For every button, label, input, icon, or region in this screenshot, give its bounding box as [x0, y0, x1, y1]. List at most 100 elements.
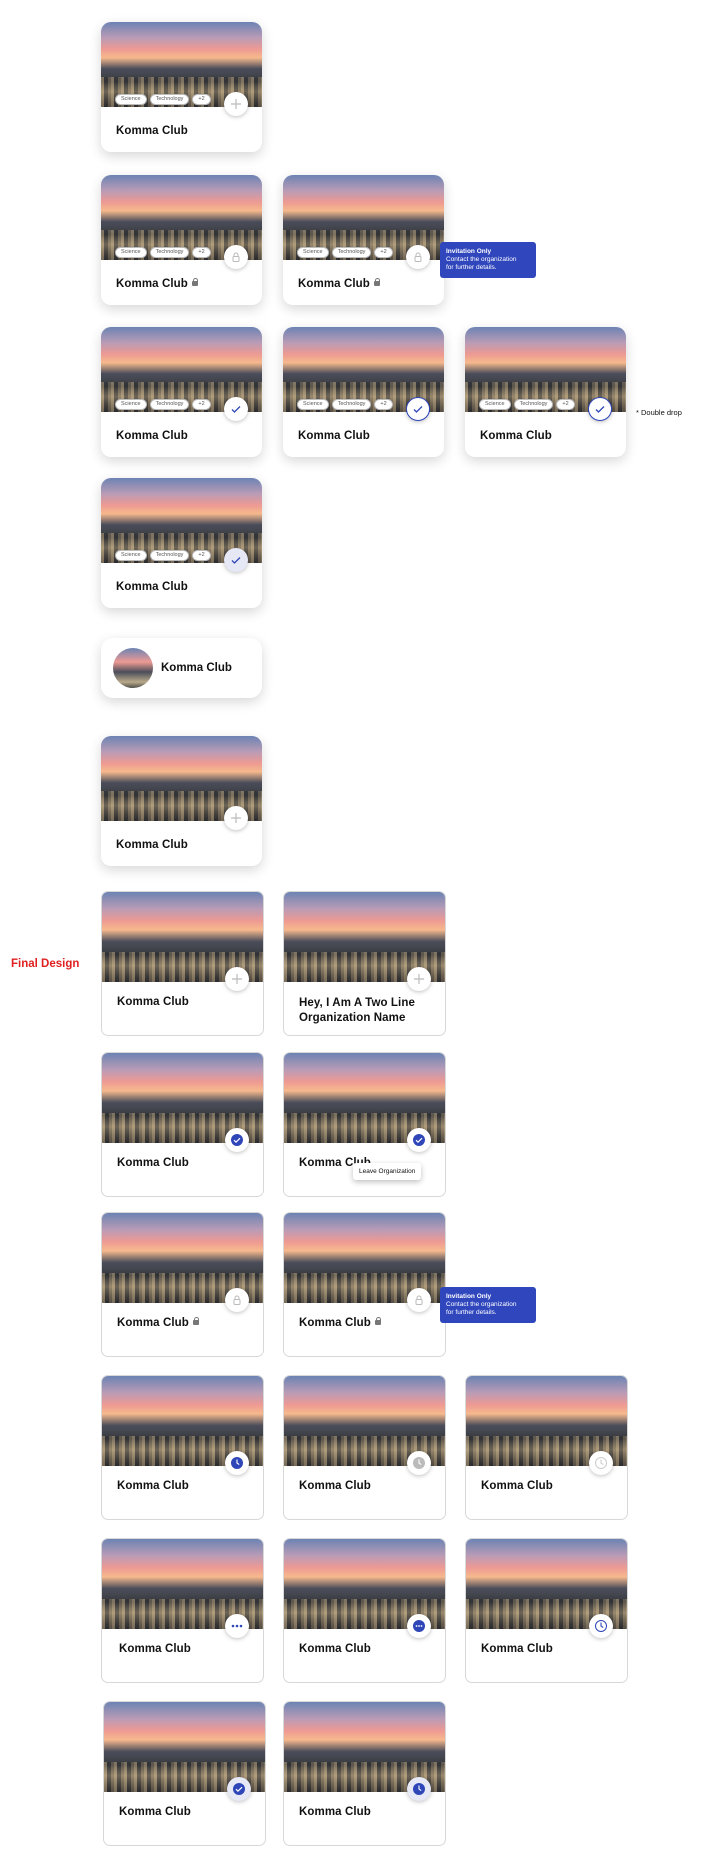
joined-button[interactable] [225, 1128, 249, 1152]
org-card[interactable]: Komma Club [465, 1375, 628, 1520]
check-circle-icon [413, 1134, 425, 1146]
tag-list: Science Technology +2 [115, 247, 211, 258]
org-name: Komma Club [298, 278, 380, 290]
tag-chip: Technology [149, 94, 190, 105]
joined-button[interactable] [407, 1128, 431, 1152]
tag-chip: +2 [192, 247, 211, 258]
tag-list: Science Technology +2 [115, 399, 211, 410]
more-options-button[interactable] [225, 1614, 249, 1638]
plus-icon [414, 974, 424, 984]
org-card[interactable]: Komma Club [283, 1375, 446, 1520]
more-icon [231, 1624, 243, 1628]
tag-list: Science Technology +2 [297, 399, 393, 410]
tag-chip: +2 [192, 550, 211, 561]
tooltip-title: Invitation Only [446, 248, 492, 255]
tag-list: Science Technology +2 [115, 550, 211, 561]
tag-chip: +2 [556, 399, 575, 410]
plus-icon [232, 974, 242, 984]
org-card[interactable]: Komma Club [101, 1538, 264, 1683]
pending-button[interactable] [225, 1451, 249, 1475]
tooltip-line: for further details. [446, 1309, 497, 1316]
join-button[interactable] [224, 806, 248, 830]
org-card[interactable]: Science Technology +2 Komma Club [101, 327, 262, 457]
org-card[interactable]: Komma Club [283, 1701, 446, 1846]
check-icon [231, 557, 241, 564]
joined-button[interactable] [224, 548, 248, 572]
org-name: Komma Club [299, 1480, 371, 1492]
invitation-tooltip: Invitation Only Contact the organization… [440, 1287, 536, 1323]
org-compact-card[interactable]: Komma Club [101, 638, 262, 698]
pending-button[interactable] [407, 1777, 431, 1801]
clock-icon [595, 1457, 607, 1469]
join-button[interactable] [225, 967, 249, 991]
joined-button[interactable] [224, 397, 248, 421]
more-options-button[interactable] [407, 1614, 431, 1638]
lock-icon [192, 1317, 199, 1325]
org-card[interactable]: Science Technology +2 Komma Club [101, 22, 262, 152]
tag-chip: Technology [331, 399, 372, 410]
lock-icon [233, 1295, 241, 1305]
org-card[interactable]: Science Technology +2 Komma Club [283, 175, 444, 305]
org-name: Komma Club [299, 1643, 371, 1655]
locked-button[interactable] [406, 245, 430, 269]
lock-icon [414, 252, 422, 262]
check-icon [595, 406, 605, 413]
tag-chip: Science [115, 247, 147, 258]
org-card[interactable]: Science Technology +2 Komma Club [101, 478, 262, 608]
plus-icon [231, 99, 241, 109]
locked-button[interactable] [224, 245, 248, 269]
org-name: Komma Club [117, 1157, 189, 1169]
org-name: Komma Club [298, 430, 370, 442]
tag-chip: +2 [374, 399, 393, 410]
org-name: Komma Club [161, 662, 232, 674]
join-button[interactable] [407, 967, 431, 991]
org-card[interactable]: Science Technology +2 Komma Club [101, 175, 262, 305]
org-card[interactable]: Hey, I Am A Two Line Organization Name [283, 891, 446, 1036]
org-card[interactable]: Komma Club [101, 1375, 264, 1520]
tag-chip: +2 [192, 399, 211, 410]
pending-button[interactable] [589, 1614, 613, 1638]
org-card[interactable]: Science Technology +2 Komma Club [465, 327, 626, 457]
tag-chip: Technology [149, 247, 190, 258]
tag-chip: Technology [513, 399, 554, 410]
leave-organization-menu-item[interactable]: Leave Organization [353, 1163, 422, 1180]
locked-button[interactable] [225, 1288, 249, 1312]
joined-button[interactable] [406, 397, 430, 421]
clock-icon [413, 1457, 425, 1469]
tag-list: Science Technology +2 [297, 247, 393, 258]
pending-button[interactable] [407, 1451, 431, 1475]
joined-button[interactable] [588, 397, 612, 421]
org-card[interactable]: Komma Club [101, 891, 264, 1036]
org-card[interactable]: Komma Club [101, 1212, 264, 1357]
clock-icon [595, 1620, 607, 1632]
locked-button[interactable] [407, 1288, 431, 1312]
org-card[interactable]: Komma Club [283, 1212, 446, 1357]
org-name: Komma Club [299, 1317, 381, 1329]
clock-icon [413, 1783, 425, 1795]
tag-chip: Science [115, 550, 147, 561]
tag-chip: Technology [149, 550, 190, 561]
tag-chip: Science [297, 399, 329, 410]
join-button[interactable] [224, 92, 248, 116]
check-circle-icon [233, 1783, 245, 1795]
org-name: Komma Club [116, 581, 188, 593]
org-card[interactable]: Komma Club [103, 1701, 266, 1846]
org-name: Komma Club [299, 1806, 371, 1818]
org-name: Komma Club [116, 125, 188, 137]
org-name: Komma Club [116, 278, 198, 290]
org-card[interactable]: Komma Club [101, 1052, 264, 1197]
joined-button[interactable] [227, 1777, 251, 1801]
plus-icon [231, 813, 241, 823]
org-card[interactable]: Komma Club [101, 736, 262, 866]
org-card[interactable]: Komma Club [465, 1538, 628, 1683]
lock-icon [191, 278, 198, 286]
org-card[interactable]: Komma Club [283, 1538, 446, 1683]
tag-chip: Science [297, 247, 329, 258]
lock-icon [374, 1317, 381, 1325]
org-card[interactable]: Science Technology +2 Komma Club [283, 327, 444, 457]
tag-chip: Science [479, 399, 511, 410]
more-icon [413, 1620, 425, 1632]
check-circle-icon [231, 1134, 243, 1146]
clock-icon [231, 1457, 243, 1469]
pending-button[interactable] [589, 1451, 613, 1475]
